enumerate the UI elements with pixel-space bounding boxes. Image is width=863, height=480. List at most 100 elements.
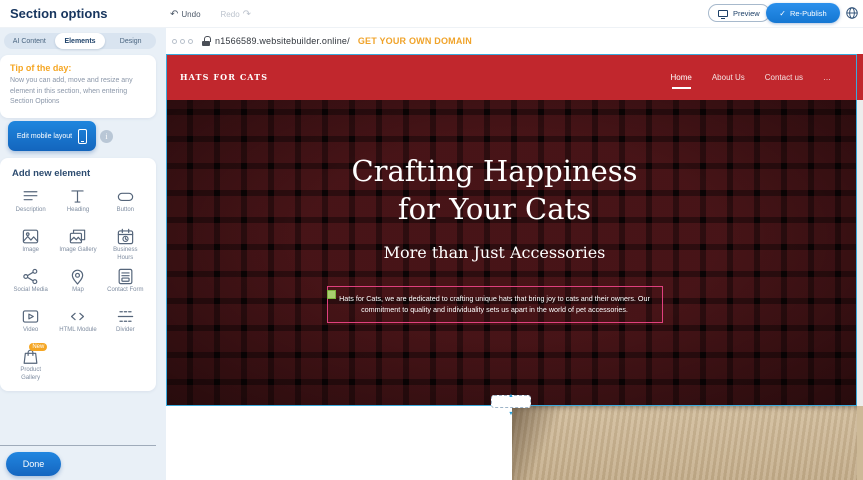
- panel-tabs: AI Content Elements Design: [4, 33, 156, 49]
- add-element-button[interactable]: Button: [102, 186, 149, 224]
- element-label: Description: [16, 207, 46, 215]
- hero-paragraph-element[interactable]: Hats for Cats, we are dedicated to craft…: [327, 286, 663, 323]
- tab-label: Elements: [64, 38, 95, 45]
- edit-mobile-label: Edit mobile layout: [17, 133, 72, 140]
- nav-contact-us[interactable]: Contact us: [765, 70, 803, 85]
- panel-divider: [0, 445, 156, 446]
- globe-icon: [845, 6, 859, 20]
- hero-heading[interactable]: Crafting Happiness for Your Cats: [330, 152, 660, 229]
- browser-address-bar: n1566589.websitebuilder.online/ GET YOUR…: [166, 28, 863, 54]
- history-controls: Undo Redo: [170, 9, 251, 20]
- add-element-description[interactable]: Description: [7, 186, 54, 224]
- element-label: Business Hours: [106, 247, 144, 263]
- redo-icon: [243, 9, 251, 20]
- section-resize-handle[interactable]: [491, 395, 531, 408]
- tab-label: Design: [120, 38, 142, 45]
- info-icon[interactable]: [100, 130, 113, 143]
- add-element-product-gallery[interactable]: New Product Gallery: [7, 346, 54, 384]
- nav-label: Home: [671, 73, 692, 82]
- add-element-business-hours[interactable]: Business Hours: [102, 226, 149, 264]
- social-media-icon: [21, 266, 40, 286]
- monitor-icon: [718, 10, 728, 17]
- tab-label: AI Content: [13, 38, 46, 45]
- next-section-image[interactable]: [512, 406, 857, 480]
- add-element-heading[interactable]: Heading: [54, 186, 101, 224]
- element-label: Product Gallery: [12, 367, 50, 383]
- element-label: Button: [117, 207, 134, 215]
- tip-of-the-day-card: Tip of the day: Now you can add, move an…: [0, 55, 156, 118]
- tab-ai-content[interactable]: AI Content: [4, 33, 55, 49]
- html-module-icon: [68, 306, 87, 326]
- site-header-section[interactable]: Hats for Cats Home About Us Contact us …: [166, 54, 857, 100]
- tip-title: Tip of the day:: [10, 63, 146, 73]
- description-icon: [21, 186, 40, 206]
- undo-button[interactable]: Undo: [170, 9, 201, 20]
- site-url[interactable]: n1566589.websitebuilder.online/: [215, 36, 350, 46]
- hero-paragraph: Hats for Cats, we are dedicated to craft…: [339, 294, 650, 315]
- new-badge: New: [29, 343, 47, 351]
- element-label: HTML Module: [59, 327, 96, 335]
- nav-label: …: [823, 73, 831, 82]
- add-element-image[interactable]: Image: [7, 226, 54, 264]
- add-element-video[interactable]: Video: [7, 306, 54, 344]
- tab-design[interactable]: Design: [105, 33, 156, 49]
- tab-elements[interactable]: Elements: [55, 33, 106, 49]
- element-label: Image Gallery: [59, 247, 96, 255]
- add-element-divider[interactable]: Divider: [102, 306, 149, 344]
- add-element-social-media[interactable]: Social Media: [7, 266, 54, 304]
- heading-icon: [68, 186, 87, 206]
- builder-canvas: n1566589.websitebuilder.online/ GET YOUR…: [166, 28, 863, 480]
- undo-label: Undo: [181, 10, 200, 19]
- button-icon: [116, 186, 135, 206]
- nav-label: About Us: [712, 73, 745, 82]
- site-nav: Home About Us Contact us …: [671, 70, 832, 85]
- nav-label: Contact us: [765, 73, 803, 82]
- done-button[interactable]: Done: [6, 452, 61, 476]
- element-label: Image: [22, 247, 39, 255]
- window-dots: [172, 39, 193, 44]
- phone-icon: [78, 129, 87, 144]
- hero-section[interactable]: Crafting Happiness for Your Cats More th…: [166, 100, 857, 406]
- divider-icon: [116, 306, 135, 326]
- element-label: Map: [72, 287, 84, 295]
- redo-button[interactable]: Redo: [221, 9, 252, 20]
- hero-content: Crafting Happiness for Your Cats More th…: [166, 100, 823, 406]
- site-logo[interactable]: Hats for Cats: [180, 72, 268, 82]
- done-label: Done: [23, 459, 45, 469]
- get-your-own-domain-link[interactable]: GET YOUR OWN DOMAIN: [358, 36, 472, 46]
- add-new-element-card: Add new element Description Heading: [0, 158, 156, 391]
- element-drag-handle[interactable]: [327, 290, 336, 299]
- nav-home[interactable]: Home: [671, 70, 692, 85]
- tip-body: Now you can add, move and resize any ele…: [10, 76, 146, 108]
- preview-scrollbar[interactable]: [857, 54, 863, 480]
- language-globe-button[interactable]: [845, 6, 859, 20]
- add-element-contact-form[interactable]: Contact Form: [102, 266, 149, 304]
- page-title: Section options: [10, 6, 108, 21]
- nav-more[interactable]: …: [823, 70, 831, 85]
- arrow-up-icon: [508, 384, 513, 402]
- redo-label: Redo: [221, 10, 240, 19]
- business-hours-icon: [116, 226, 135, 246]
- element-label: Divider: [116, 327, 135, 335]
- edit-mobile-layout-button[interactable]: Edit mobile layout: [8, 121, 96, 151]
- image-gallery-icon: [68, 226, 87, 246]
- arrow-down-icon: [508, 402, 513, 420]
- check-icon: [779, 9, 786, 18]
- undo-icon: [170, 9, 178, 20]
- window-dot: [172, 39, 177, 44]
- site-preview-viewport: Hats for Cats Home About Us Contact us ……: [166, 54, 857, 480]
- nav-about-us[interactable]: About Us: [712, 70, 745, 85]
- map-icon: [68, 266, 87, 286]
- video-icon: [21, 306, 40, 326]
- add-element-html-module[interactable]: HTML Module: [54, 306, 101, 344]
- hero-subheading[interactable]: More than Just Accessories: [384, 243, 606, 262]
- add-element-image-gallery[interactable]: Image Gallery: [54, 226, 101, 264]
- element-label: Social Media: [13, 287, 47, 295]
- lock-icon: [202, 36, 210, 46]
- preview-button[interactable]: Preview: [708, 4, 770, 22]
- add-element-map[interactable]: Map: [54, 266, 101, 304]
- section-options-panel: AI Content Elements Design Tip of the da…: [0, 28, 166, 480]
- contact-form-icon: [116, 266, 135, 286]
- republish-button[interactable]: Re-Publish: [766, 3, 840, 23]
- topbar: Section options Undo Redo Preview Re-Pub…: [0, 0, 863, 28]
